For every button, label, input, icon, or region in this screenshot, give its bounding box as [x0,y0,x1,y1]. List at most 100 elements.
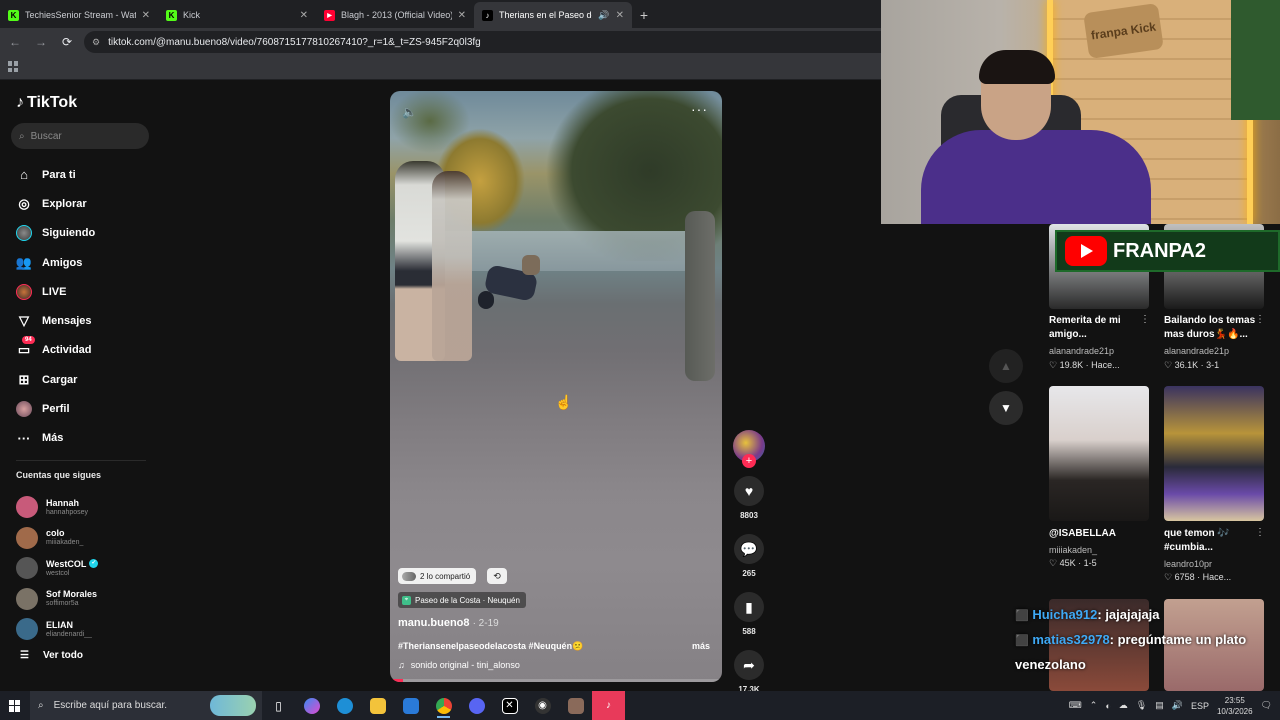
chrome-icon[interactable] [427,691,460,720]
sidebar-item-para-ti[interactable]: ⌂ Para ti [16,160,156,189]
tab-youtube[interactable]: ▶ Blagh - 2013 (Official Video) - Y ✕ [316,2,474,28]
tray-app-icon[interactable]: ◐ [1105,701,1110,711]
location-chip[interactable]: ⌖ Paseo de la Costa · Neuquén [398,592,526,608]
volume-icon[interactable]: 🔊 [1172,700,1183,711]
video-progress-bar[interactable] [390,679,722,682]
more-options-icon[interactable]: ⋮ [1255,314,1265,325]
keyboard-icon[interactable]: ⌨ [1069,700,1082,711]
rec-thumbnail[interactable] [1164,386,1264,521]
tab-kick-stream[interactable]: K TechiesSenior Stream - Watch L ✕ [0,2,158,28]
video-author[interactable]: manu.bueno8 · 2-19 [398,617,499,629]
creator-avatar[interactable]: + [733,430,765,468]
cloud-icon[interactable]: ☁ [1119,700,1128,711]
caption-more-button[interactable]: más [692,641,710,651]
tab-tiktok[interactable]: ♪ Therians en el Paseo de la C 🔊 ✕ [474,2,632,28]
rec-title[interactable]: @ISABELLAA [1049,527,1141,541]
chat-text: : jajajajaja [1097,607,1160,622]
following-account[interactable]: colo miiiakaden_ [16,523,146,554]
microphone-icon[interactable]: 🎙 [1136,700,1147,711]
shared-chip[interactable]: 2 lo compartió [398,568,477,584]
close-icon[interactable]: ✕ [458,10,466,21]
account-handle: miiiakaden_ [46,539,84,547]
volume-icon[interactable]: 🔈 [402,105,417,119]
sidebar-item-cargar[interactable]: ⊞ Cargar [16,365,156,394]
search-input[interactable]: ⌕ Buscar [11,123,149,149]
address-bar[interactable]: ⚙ tiktok.com/@manu.bueno8/video/76087151… [84,31,881,53]
notifications-icon[interactable]: 🗨 [1261,700,1272,711]
close-icon[interactable]: ✕ [616,10,624,21]
apps-grid-icon[interactable] [8,61,19,72]
language-indicator[interactable]: ESP [1191,701,1209,711]
sidebar-item-live[interactable]: LIVE [16,277,156,306]
forward-arrow-icon[interactable]: → [32,33,50,51]
edge-icon[interactable] [328,691,361,720]
sidebar-item-mensajes[interactable]: ▽ Mensajes [16,306,156,335]
network-icon[interactable]: ▤ [1155,700,1164,711]
capcut-icon[interactable]: ✕ [493,691,526,720]
file-explorer-icon[interactable] [361,691,394,720]
more-options-icon[interactable]: ··· [691,101,708,117]
sidebar-item-perfil[interactable]: Perfil [16,394,156,423]
like-button[interactable]: ♥ 8803 [733,476,765,520]
rec-user[interactable]: alanandrade21p [1164,346,1229,356]
close-icon[interactable]: ✕ [142,10,150,21]
more-options-icon[interactable]: ⋮ [1140,314,1150,325]
back-arrow-icon[interactable]: ← [6,33,24,51]
previous-video-button[interactable]: ▲ [989,349,1023,383]
tiktok-app-icon[interactable]: ♪ [592,691,625,720]
copilot-icon[interactable] [295,691,328,720]
repost-icon[interactable]: ⟲ [487,568,507,584]
discord-icon[interactable] [460,691,493,720]
new-tab-button[interactable]: + [632,2,656,28]
comment-button[interactable]: 💬 265 [733,534,765,578]
site-info-icon[interactable]: ⚙ [92,37,100,48]
sidebar-item-actividad[interactable]: ▭ 94 Actividad [16,336,156,365]
rec-title[interactable]: Bailando los temas mas duros💃🔥... [1164,314,1256,342]
sidebar-item-explorar[interactable]: ◎ Explorar [16,189,156,218]
following-account[interactable]: ELIAN eliandenardi__ [16,614,146,645]
save-button[interactable]: ▮ 588 [733,592,765,636]
rec-user[interactable]: miiiakaden_ [1049,545,1097,555]
hand-cursor-icon: ☝ [555,394,573,410]
sound-link[interactable]: ♫ sonido original - tini_alonso [398,660,520,670]
avatar [16,526,38,549]
more-options-icon[interactable]: ⋮ [1255,527,1265,538]
see-all-button[interactable]: ☰ Ver todo [20,650,83,661]
following-account[interactable]: WestCOL ✓ westcol [16,553,146,584]
speaker-icon[interactable]: 🔊 [598,10,609,21]
rec-user[interactable]: leandro10pr [1164,559,1212,569]
rec-title[interactable]: que temon 🎶 #cumbia... [1164,527,1254,555]
account-name: colo [46,528,65,539]
avatar-app-icon[interactable] [559,691,592,720]
task-view-icon[interactable]: ▯ [262,691,295,720]
follow-plus-icon[interactable]: + [742,454,756,468]
rec-thumbnail[interactable] [1049,386,1149,521]
following-account[interactable]: Hannah hannahposey [16,492,146,523]
close-icon[interactable]: ✕ [300,10,308,21]
video-player[interactable]: 🔈 ··· ☝ 2 lo compartió ⟲ ⌖ Paseo de la C… [390,91,722,682]
obs-icon[interactable]: ◉ [526,691,559,720]
start-button[interactable] [0,691,30,720]
next-video-button[interactable]: ▼ [989,391,1023,425]
tab-kick[interactable]: K Kick ✕ [158,2,316,28]
nav-label: Actividad [42,344,92,357]
tiktok-logo[interactable]: ♪ TikTok [16,94,77,112]
share-button[interactable]: ➦ 17.3K [733,650,765,694]
reload-icon[interactable]: ⟳ [58,33,76,51]
see-all-label: Ver todo [42,650,83,661]
mail-icon[interactable] [394,691,427,720]
rec-title[interactable]: Remerita de mi amigo... [1049,314,1141,342]
upload-icon: ⊞ [18,371,30,387]
rec-user[interactable]: alanandrade21p [1049,346,1114,356]
sidebar-item-amigos[interactable]: 👥 Amigos [16,248,156,277]
taskbar-search[interactable]: ⌕ Escribe aquí para buscar. [30,691,262,720]
profile-avatar-icon [16,401,32,418]
account-name: Hannah [46,497,80,508]
clock[interactable]: 23:55 10/3/2026 [1217,695,1253,717]
account-handle: soffimor5a [46,600,79,608]
sidebar-item-mas[interactable]: ··· Más [16,424,156,453]
chevron-up-icon[interactable]: ⌃ [1090,700,1098,711]
sidebar-item-siguiendo[interactable]: Siguiendo [16,219,156,248]
windows-logo-icon [9,699,21,712]
following-account[interactable]: Sof Morales soffimor5a [16,584,146,615]
